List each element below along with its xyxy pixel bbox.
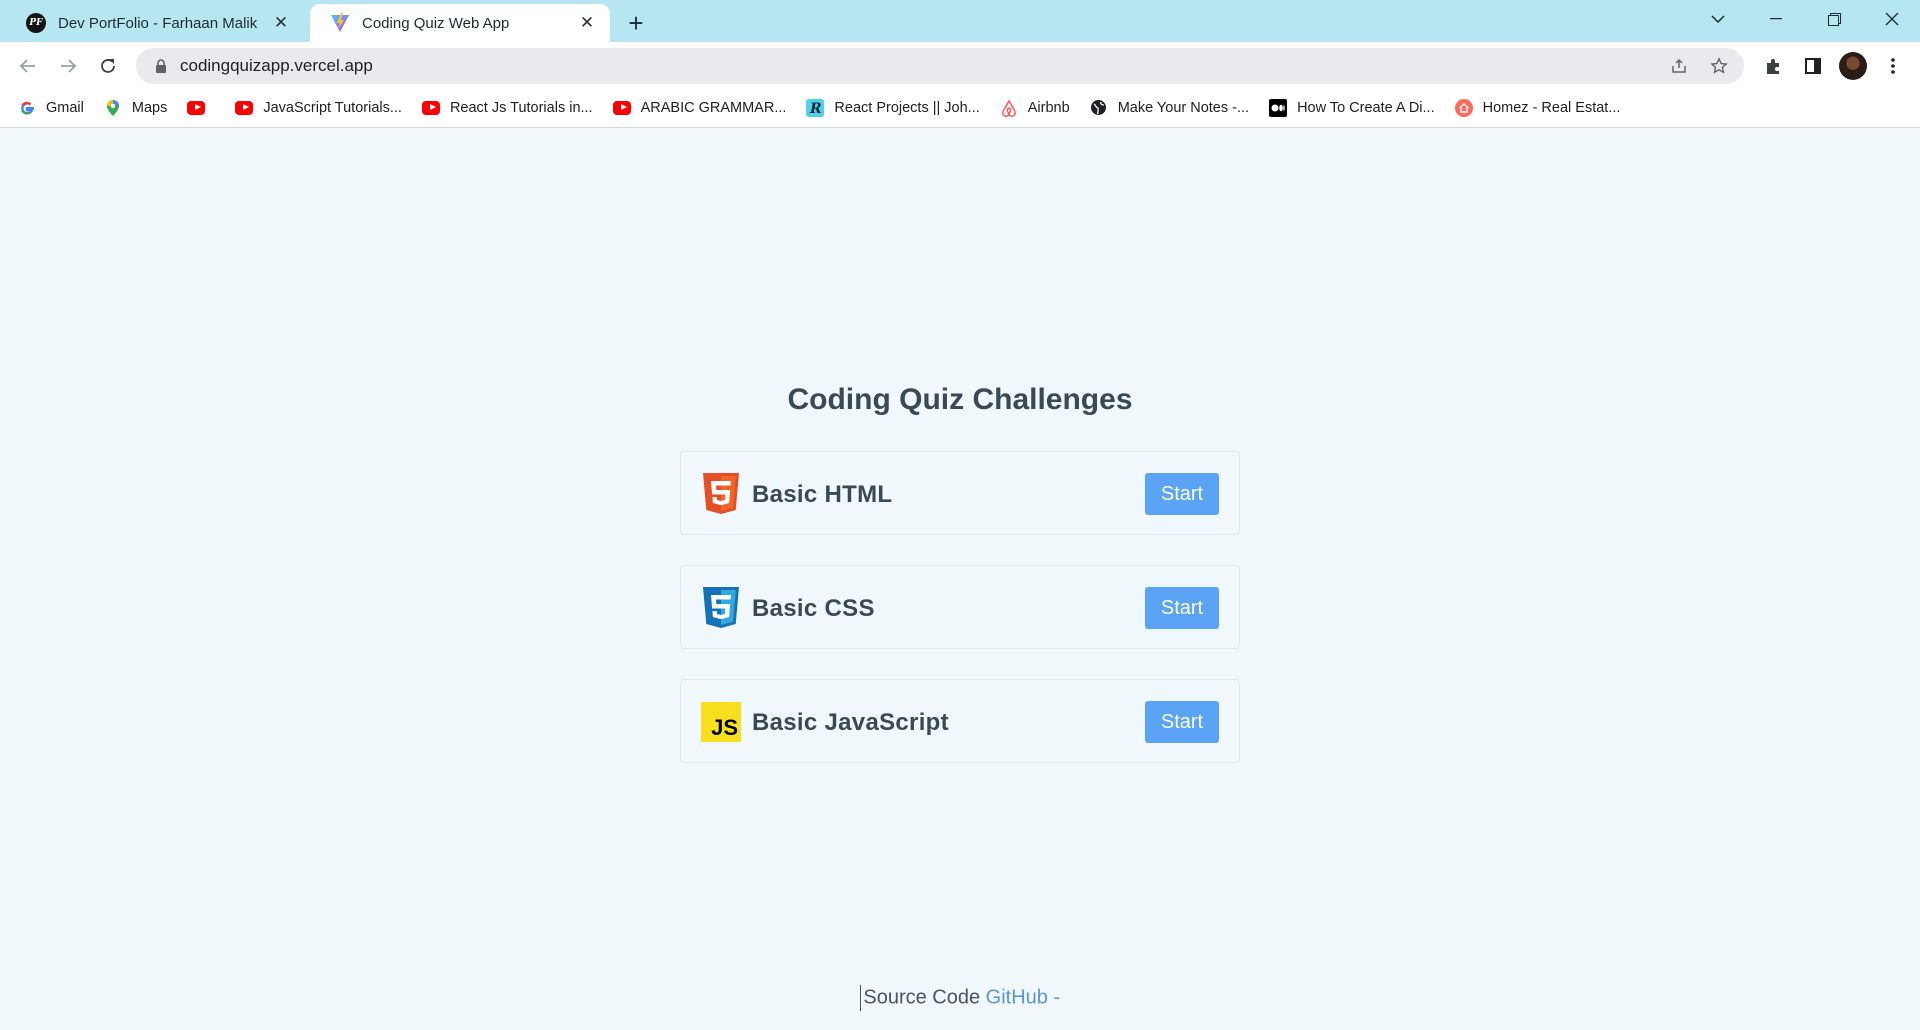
quiz-card-css: Basic CSS Start [680, 565, 1240, 649]
bookmark-airbnb[interactable]: Airbnb [1000, 98, 1070, 117]
bookmark-javascript-tutorials[interactable]: JavaScript Tutorials... [235, 99, 402, 117]
bookmark-homez[interactable]: Homez - Real Estat... [1454, 98, 1620, 117]
bookmark-arabic-grammar[interactable]: ARABIC GRAMMAR... [612, 99, 786, 117]
bookmark-maps[interactable]: Maps [104, 99, 167, 117]
youtube-icon [421, 99, 440, 117]
quiz-card-html: Basic HTML Start [680, 451, 1240, 535]
google-icon [18, 99, 36, 117]
restore-icon[interactable] [1806, 0, 1862, 38]
airbnb-icon [1000, 98, 1018, 117]
quiz-name: Basic HTML [752, 481, 893, 508]
portfolio-favicon-icon: PF [26, 13, 46, 33]
footer-suffix: - [1047, 986, 1061, 1009]
reload-icon[interactable] [92, 50, 124, 82]
maps-icon [104, 99, 122, 117]
tab-title: Coding Quiz Web App [362, 14, 510, 32]
start-javascript-quiz-button[interactable]: Start [1145, 701, 1219, 743]
footer-text: Source Code [863, 986, 986, 1009]
tab-dev-portfolio[interactable]: PF Dev PortFolio - Farhaan Malik ✕ [6, 4, 304, 42]
github-link[interactable]: GitHub [986, 986, 1048, 1008]
tab-coding-quiz[interactable]: Coding Quiz Web App ✕ [310, 4, 610, 42]
browser-toolbar: codingquizapp.vercel.app [0, 42, 1920, 88]
menu-kebab-icon[interactable] [1876, 49, 1910, 83]
svg-text:R: R [809, 101, 822, 117]
close-icon[interactable]: ✕ [576, 12, 598, 34]
tab-search-chevron-icon[interactable] [1690, 0, 1746, 38]
bookmark-make-your-notes[interactable]: Make Your Notes -... [1090, 99, 1249, 117]
profile-avatar[interactable] [1836, 49, 1870, 83]
minimize-icon[interactable] [1748, 0, 1804, 38]
text-cursor [859, 985, 862, 1011]
bookmark-how-to-create[interactable]: How To Create A Di... [1269, 98, 1435, 117]
home-icon [1454, 98, 1473, 117]
close-icon[interactable]: ✕ [270, 12, 292, 34]
vite-icon [330, 13, 350, 33]
css3-icon [701, 586, 741, 630]
bookmark-react-projects[interactable]: R React Projects || Joh... [806, 98, 980, 117]
medium-icon [1269, 98, 1288, 117]
tab-title: Dev PortFolio - Farhaan Malik [58, 14, 258, 32]
start-html-quiz-button[interactable]: Start [1145, 473, 1219, 515]
side-panel-icon[interactable] [1796, 49, 1830, 83]
new-tab-button[interactable]: + [622, 8, 650, 38]
globe-icon [1090, 99, 1108, 117]
footer: Source Code GitHub - [0, 985, 1920, 1011]
html5-icon [701, 472, 741, 516]
extensions-icon[interactable] [1756, 49, 1790, 83]
youtube-icon [187, 99, 206, 117]
lock-icon[interactable] [152, 57, 170, 75]
bookmarks-bar: Gmail Maps JavaScript Tutorials... React… [0, 88, 1920, 128]
bookmark-youtube[interactable] [187, 99, 215, 117]
page-title: Coding Quiz Challenges [787, 383, 1133, 416]
quiz-name: Basic JavaScript [752, 709, 949, 736]
bookmark-gmail[interactable]: Gmail [18, 99, 84, 117]
close-window-icon[interactable] [1864, 0, 1920, 38]
forward-icon[interactable] [52, 50, 84, 82]
url-text[interactable]: codingquizapp.vercel.app [180, 56, 373, 76]
tab-strip: PF Dev PortFolio - Farhaan Malik ✕ Codin… [0, 0, 1920, 42]
bookmark-star-icon[interactable] [1702, 48, 1736, 84]
js-icon: JS [701, 700, 741, 744]
quiz-page: Coding Quiz Challenges Basic HTML Start … [0, 129, 1920, 1030]
youtube-icon [612, 99, 631, 117]
bookmark-react-js-tutorials[interactable]: React Js Tutorials in... [421, 99, 593, 117]
address-bar[interactable]: codingquizapp.vercel.app [136, 48, 1744, 84]
start-css-quiz-button[interactable]: Start [1145, 587, 1219, 629]
back-icon[interactable] [12, 50, 44, 82]
quiz-card-javascript: JS Basic JavaScript Start [680, 679, 1240, 763]
youtube-icon [235, 99, 254, 117]
quiz-name: Basic CSS [752, 595, 875, 622]
r-icon: R [806, 98, 825, 117]
share-icon[interactable] [1662, 48, 1696, 84]
